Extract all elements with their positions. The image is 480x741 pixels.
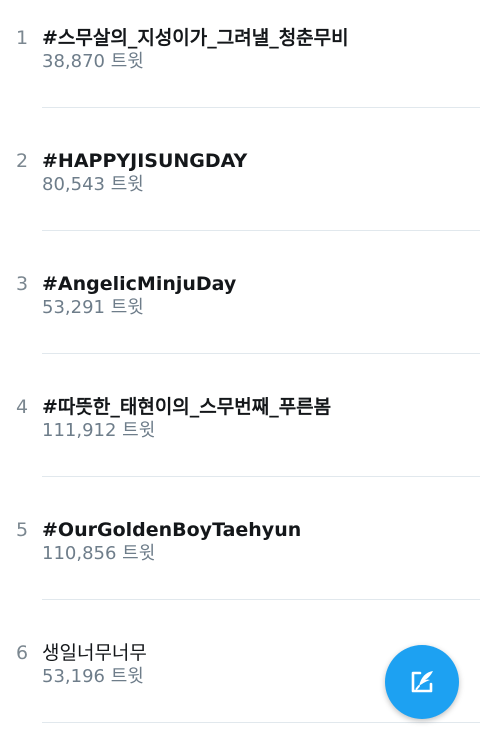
trend-name: #따뜻한_태현이의_스무번째_푸른봄 <box>42 396 332 418</box>
trend-name: #AngelicMinjuDay <box>42 273 237 295</box>
trend-item[interactable]: 3 #AngelicMinjuDay 53,291 트윗 <box>0 246 480 369</box>
trend-rank: 4 <box>16 396 29 418</box>
trend-name: #OurGoldenBoyTaehyun <box>42 519 302 541</box>
divider <box>42 107 480 108</box>
trend-item[interactable]: 4 #따뜻한_태현이의_스무번째_푸른봄 111,912 트윗 <box>0 369 480 492</box>
divider <box>42 230 480 231</box>
trend-tweet-count: 38,870 트윗 <box>42 51 144 72</box>
trend-tweet-count: 80,543 트윗 <box>42 174 144 195</box>
divider <box>42 722 480 723</box>
trend-list: 1 #스무살의_지성이가_그려낼_청춘무비 38,870 트윗 2 #HAPPY… <box>0 0 480 738</box>
divider <box>42 599 480 600</box>
trend-name: 생일너무너무 <box>42 642 147 664</box>
compose-tweet-icon <box>411 671 433 693</box>
divider <box>42 476 480 477</box>
trend-rank: 6 <box>16 642 29 664</box>
trend-rank: 1 <box>16 27 29 49</box>
trend-item[interactable]: 5 #OurGoldenBoyTaehyun 110,856 트윗 <box>0 492 480 615</box>
trend-rank: 2 <box>16 150 29 172</box>
compose-tweet-button[interactable] <box>385 645 459 719</box>
trend-item[interactable]: 1 #스무살의_지성이가_그려낼_청춘무비 38,870 트윗 <box>0 0 480 123</box>
trend-rank: 5 <box>16 519 29 541</box>
trend-tweet-count: 110,856 트윗 <box>42 543 156 564</box>
trend-rank: 3 <box>16 273 29 295</box>
trend-tweet-count: 53,291 트윗 <box>42 297 144 318</box>
trend-name: #스무살의_지성이가_그려낼_청춘무비 <box>42 27 349 49</box>
trend-tweet-count: 53,196 트윗 <box>42 666 144 687</box>
trend-name: #HAPPYJISUNGDAY <box>42 150 248 172</box>
trend-tweet-count: 111,912 트윗 <box>42 420 156 441</box>
divider <box>42 353 480 354</box>
trend-item[interactable]: 2 #HAPPYJISUNGDAY 80,543 트윗 <box>0 123 480 246</box>
